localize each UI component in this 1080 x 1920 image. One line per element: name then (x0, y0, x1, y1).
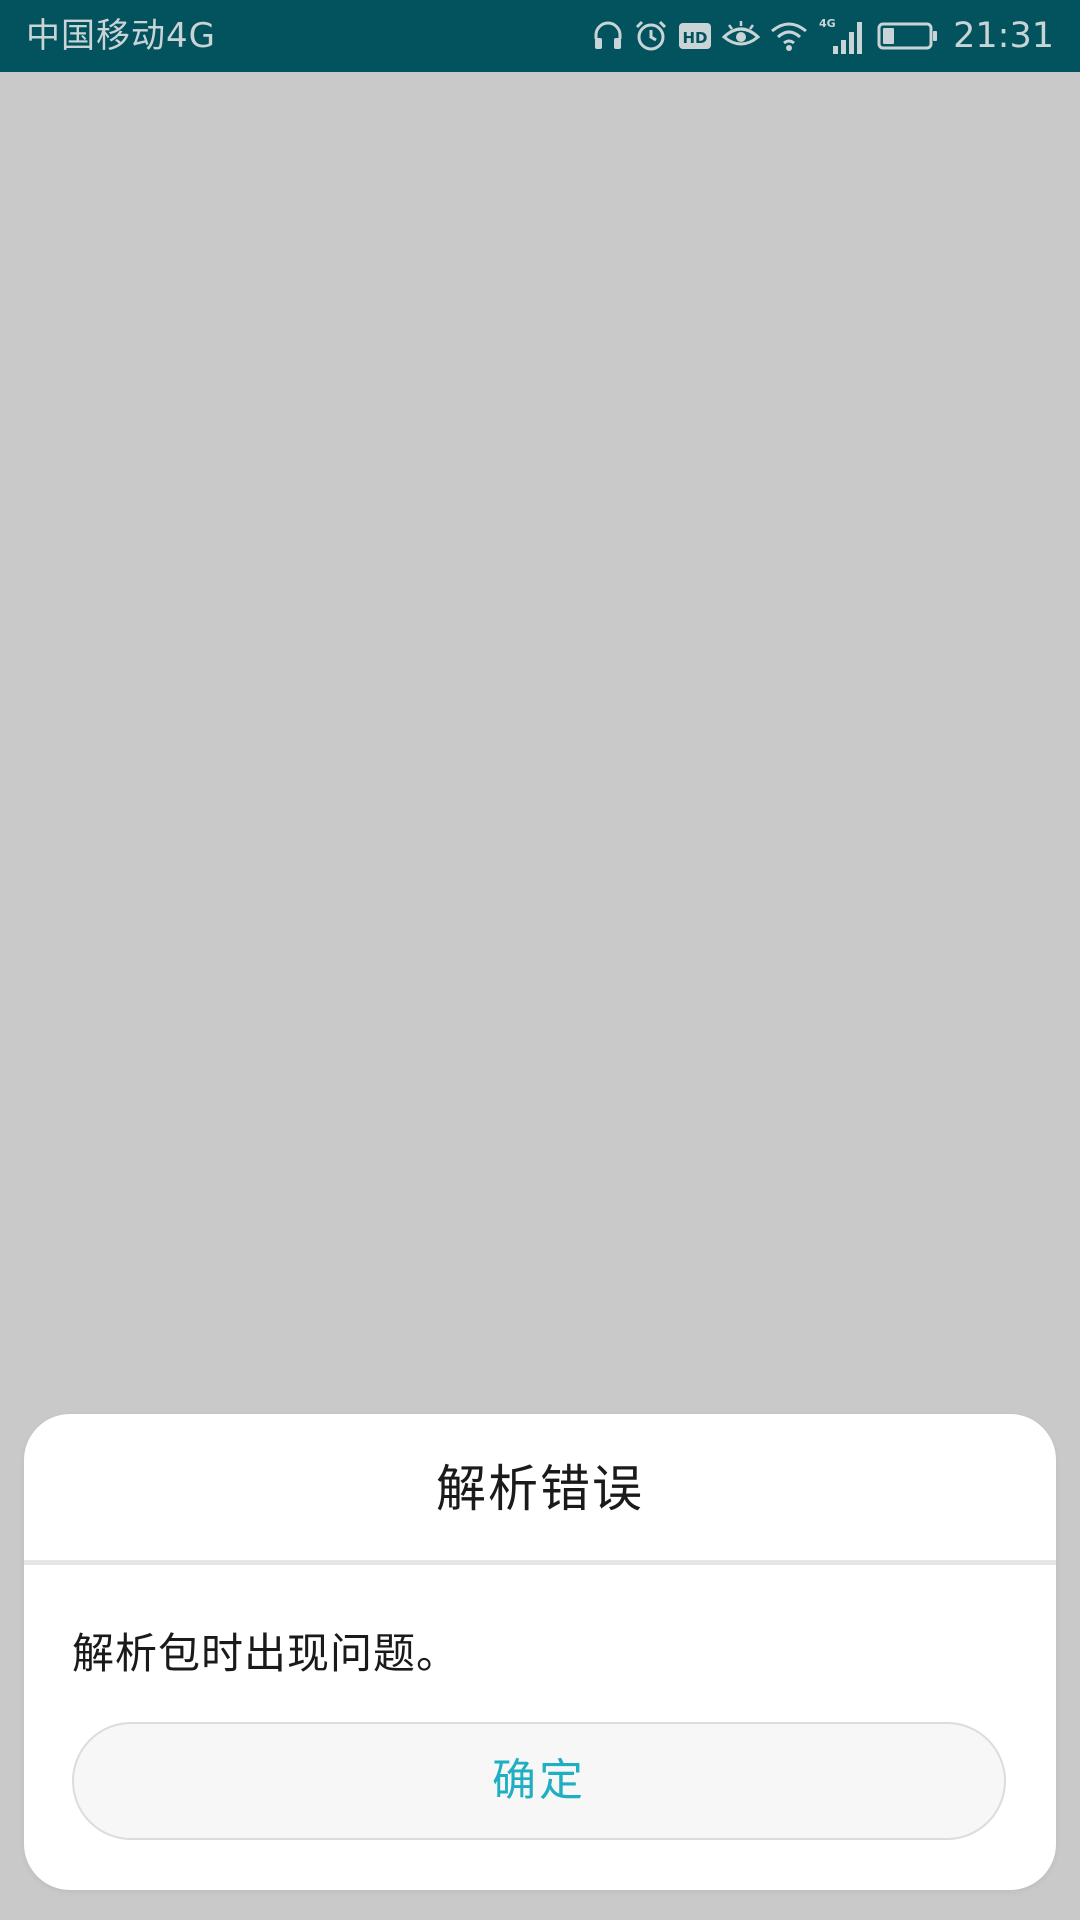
dialog-title: 解析错误 (436, 1460, 644, 1518)
battery-icon (877, 20, 939, 52)
headset-icon (591, 19, 625, 53)
wifi-icon (769, 19, 809, 53)
error-dialog: 解析错误 解析包时出现问题。 确定 (24, 1414, 1056, 1890)
status-bar: 中国移动4G HD 4G 21:31 (0, 0, 1080, 72)
status-icons: HD 4G 21:31 (583, 0, 1054, 72)
eye-comfort-icon (721, 19, 761, 53)
ok-button[interactable]: 确定 (72, 1722, 1006, 1840)
signal-4g-icon: 4G (817, 16, 869, 56)
network-type-badge: 4G (819, 17, 836, 30)
hd-icon: HD (677, 20, 713, 52)
dialog-message: 解析包时出现问题。 (72, 1629, 460, 1678)
battery-level-fill (883, 28, 895, 44)
dialog-divider (24, 1560, 1056, 1565)
hd-icon-label: HD (683, 29, 708, 47)
alarm-icon (633, 18, 669, 54)
status-time: 21:31 (953, 16, 1054, 56)
carrier-label: 中国移动4G (26, 16, 216, 56)
